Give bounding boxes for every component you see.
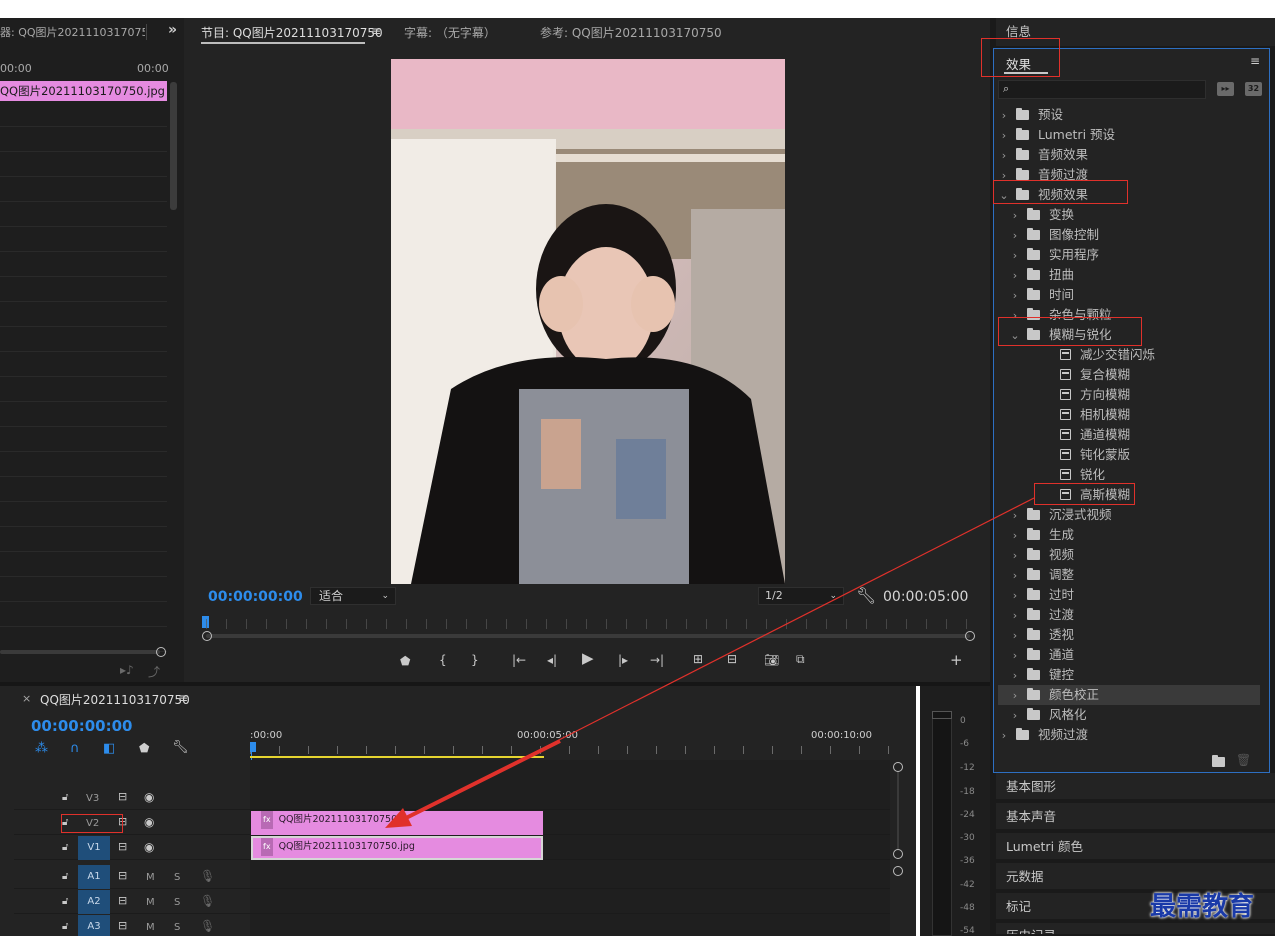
annotation-arrow [385,497,1035,828]
